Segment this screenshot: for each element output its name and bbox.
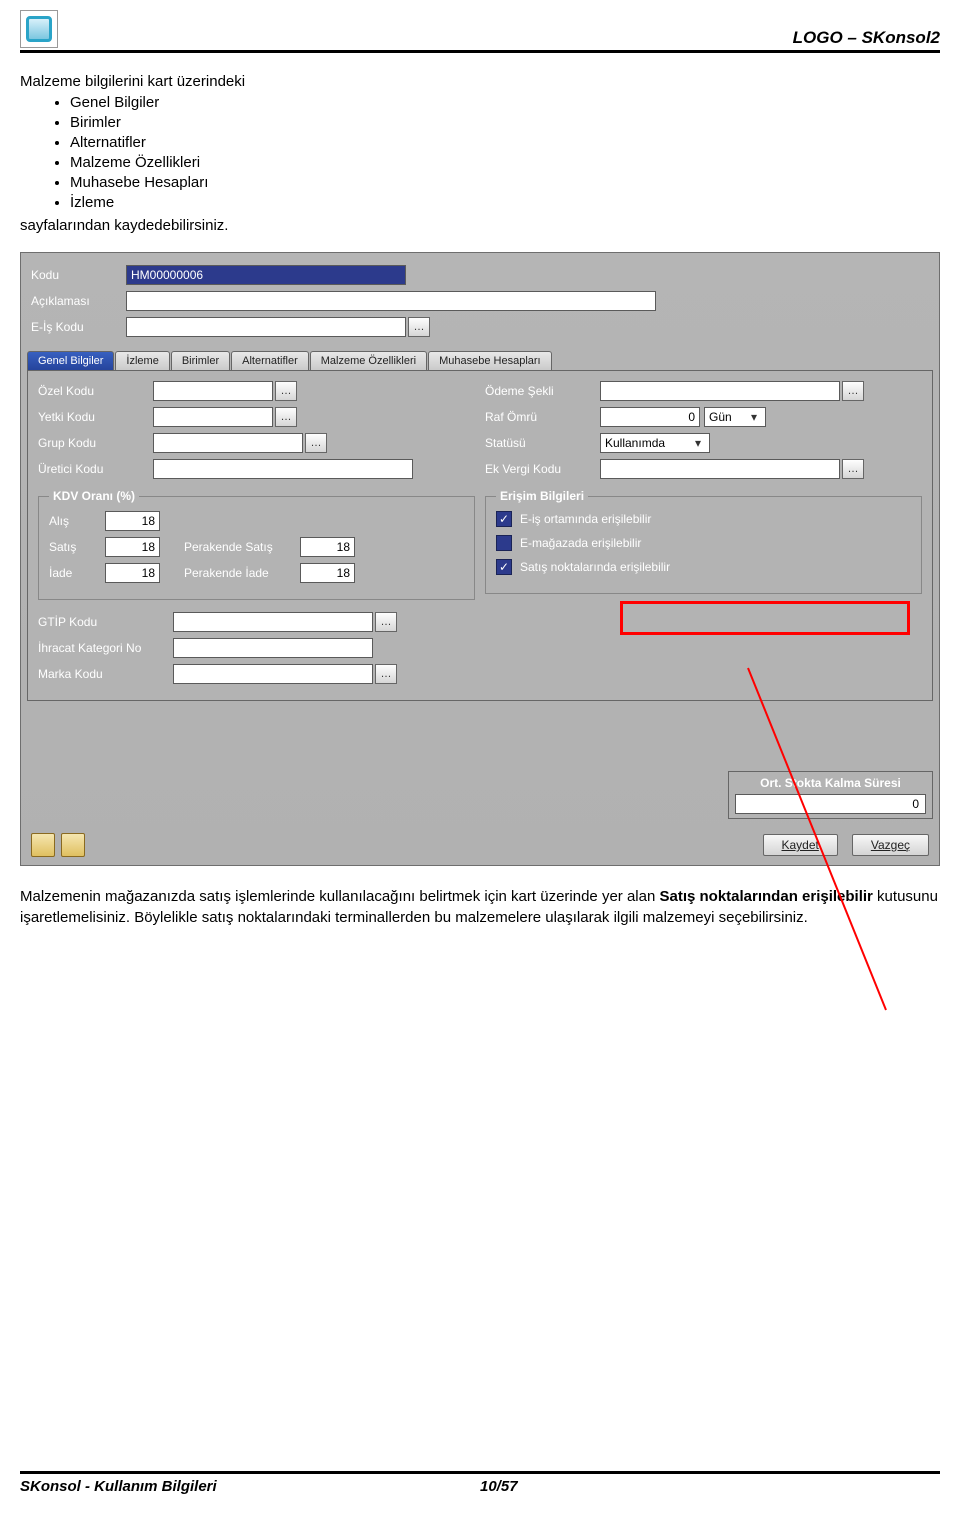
input-yetki-kodu[interactable] (153, 407, 273, 427)
header-title: LOGO – SKonsol2 (793, 28, 940, 48)
label-marka: Marka Kodu (38, 667, 173, 681)
save-button[interactable]: Kaydet (763, 834, 838, 856)
chevron-down-icon: ▾ (747, 410, 761, 424)
list-item: Birimler (70, 114, 940, 131)
page-header: LOGO – SKonsol2 (20, 10, 940, 53)
input-ihracat[interactable] (173, 638, 373, 658)
label-odeme: Ödeme Şekli (485, 384, 600, 398)
list-item: Alternatifler (70, 134, 940, 151)
input-eis[interactable] (126, 317, 406, 337)
app-footer: Kaydet Vazgeç (27, 825, 933, 859)
kdv-group: KDV Oranı (%) Alış 18 Satış 18 Perakende… (38, 489, 475, 600)
ellipsis-button[interactable]: … (305, 433, 327, 453)
tab-panel: Özel Kodu … Yetki Kodu … Grup Kodu … Üre… (27, 370, 933, 701)
tab-genel[interactable]: Genel Bilgiler (27, 351, 114, 370)
checkbox-label: E-mağazada erişilebilir (520, 536, 641, 550)
input-per-iade[interactable]: 18 (300, 563, 355, 583)
select-status[interactable]: Kullanımda ▾ (600, 433, 710, 453)
input-grup-kodu[interactable] (153, 433, 303, 453)
tab-bar: Genel Bilgiler İzleme Birimler Alternati… (27, 351, 933, 370)
input-iade[interactable]: 18 (105, 563, 160, 583)
input-odeme[interactable] (600, 381, 840, 401)
label-aciklamasi: Açıklaması (31, 294, 126, 308)
input-aciklamasi[interactable] (126, 291, 656, 311)
label-ekvergi: Ek Vergi Kodu (485, 462, 600, 476)
checkbox-label: E-iş ortamında erişilebilir (520, 512, 651, 526)
chevron-down-icon: ▾ (691, 436, 705, 450)
checkbox-eis[interactable]: ✓ (496, 511, 512, 527)
label-eis: E-İş Kodu (31, 320, 126, 334)
input-ekvergi[interactable] (600, 459, 840, 479)
label-satis: Satış (49, 540, 99, 554)
footer-left: SKonsol - Kullanım Bilgileri (20, 1478, 480, 1495)
tab-alternatifler[interactable]: Alternatifler (231, 351, 309, 370)
intro-lead: Malzeme bilgilerini kart üzerindeki (20, 73, 940, 90)
kdv-legend: KDV Oranı (%) (49, 489, 139, 503)
ort-stok-box: Ort. Stokta Kalma Süresi 0 (728, 771, 933, 819)
annotation-highlight (620, 601, 910, 635)
toolbar-icon[interactable] (31, 833, 55, 857)
ellipsis-button[interactable]: … (275, 407, 297, 427)
input-raf[interactable]: 0 (600, 407, 700, 427)
checkbox-satis-noktasi[interactable]: ✓ (496, 559, 512, 575)
label-yetki-kodu: Yetki Kodu (38, 410, 153, 424)
label-kodu: Kodu (31, 268, 126, 282)
intro-bullets: Genel Bilgiler Birimler Alternatifler Ma… (70, 94, 940, 211)
input-marka[interactable] (173, 664, 373, 684)
intro-tail: sayfalarından kaydedebilirsiniz. (20, 217, 940, 234)
input-ozel-kodu[interactable] (153, 381, 273, 401)
erisim-group: Erişim Bilgileri ✓ E-iş ortamında erişil… (485, 489, 922, 594)
list-item: Malzeme Özellikleri (70, 154, 940, 171)
label-uretici-kodu: Üretici Kodu (38, 462, 153, 476)
select-raf-unit[interactable]: Gün ▾ (704, 407, 766, 427)
raf-unit-value: Gün (709, 410, 732, 424)
label-status: Statüsü (485, 436, 600, 450)
input-uretici-kodu[interactable] (153, 459, 413, 479)
list-item: Muhasebe Hesapları (70, 174, 940, 191)
list-item: İzleme (70, 194, 940, 211)
para-text: Malzemenin mağazanızda satış işlemlerind… (20, 888, 659, 905)
tab-muhasebe[interactable]: Muhasebe Hesapları (428, 351, 552, 370)
input-kodu[interactable]: HM00000006 (126, 265, 406, 285)
input-gtip[interactable] (173, 612, 373, 632)
para-bold: Satış noktalarından erişilebilir (659, 888, 872, 905)
label-gtip: GTİP Kodu (38, 615, 173, 629)
label-raf: Raf Ömrü (485, 410, 600, 424)
label-grup-kodu: Grup Kodu (38, 436, 153, 450)
app-window: Kodu HM00000006 Açıklaması E-İş Kodu … G… (20, 252, 940, 866)
label-ozel-kodu: Özel Kodu (38, 384, 153, 398)
ellipsis-button[interactable]: … (408, 317, 430, 337)
ellipsis-button[interactable]: … (842, 459, 864, 479)
ellipsis-button[interactable]: … (842, 381, 864, 401)
label-iade: İade (49, 566, 99, 580)
ellipsis-button[interactable]: … (375, 612, 397, 632)
list-item: Genel Bilgiler (70, 94, 940, 111)
toolbar-icon[interactable] (61, 833, 85, 857)
label-per-iade: Perakende İade (184, 566, 294, 580)
ellipsis-button[interactable]: … (275, 381, 297, 401)
logo-icon (20, 10, 58, 48)
footer-page-number: 10/57 (480, 1478, 940, 1495)
ellipsis-button[interactable]: … (375, 664, 397, 684)
cancel-button[interactable]: Vazgeç (852, 834, 929, 856)
ort-title: Ort. Stokta Kalma Süresi (735, 776, 926, 790)
label-per-satis: Perakende Satış (184, 540, 294, 554)
input-per-satis[interactable]: 18 (300, 537, 355, 557)
status-value: Kullanımda (605, 436, 665, 450)
label-alis: Alış (49, 514, 99, 528)
input-alis[interactable]: 18 (105, 511, 160, 531)
input-satis[interactable]: 18 (105, 537, 160, 557)
checkbox-emagaza[interactable] (496, 535, 512, 551)
ort-value[interactable]: 0 (735, 794, 926, 814)
checkbox-label: Satış noktalarında erişilebilir (520, 560, 670, 574)
page-footer: SKonsol - Kullanım Bilgileri 10/57 (20, 1471, 940, 1495)
label-ihracat: İhracat Kategori No (38, 641, 173, 655)
tab-malzeme-ozellikleri[interactable]: Malzeme Özellikleri (310, 351, 427, 370)
tab-birimler[interactable]: Birimler (171, 351, 230, 370)
body-paragraph: Malzemenin mağazanızda satış işlemlerind… (20, 886, 940, 928)
erisim-legend: Erişim Bilgileri (496, 489, 588, 503)
tab-izleme[interactable]: İzleme (115, 351, 169, 370)
